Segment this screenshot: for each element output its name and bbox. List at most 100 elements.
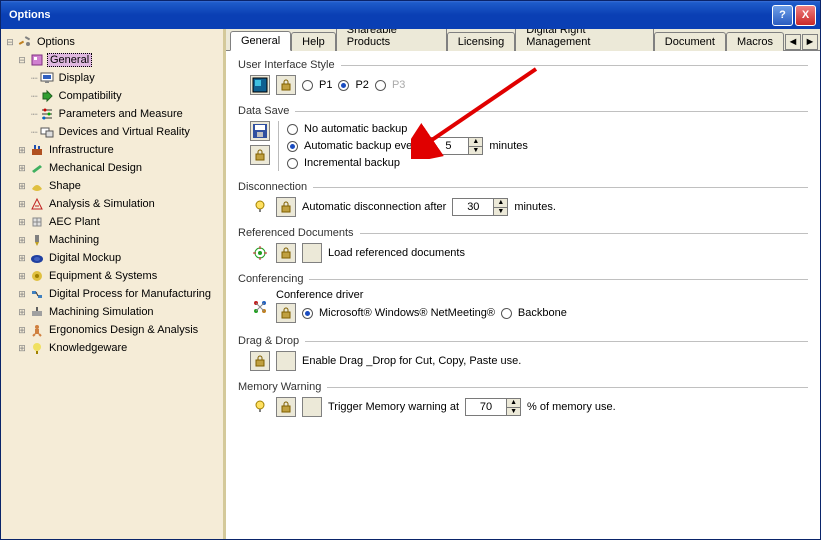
group-ui-style: User Interface Style P1 P2 P3 (238, 59, 808, 95)
tree-label: General (47, 53, 92, 67)
group-drag-drop: Drag & Drop Enable Drag _Drop for Cut, C… (238, 335, 808, 371)
tab-label: Licensing (458, 36, 504, 48)
mechanical-icon (29, 160, 45, 176)
radio-p3[interactable] (375, 80, 386, 91)
memory-warning-checkbox[interactable] (302, 397, 322, 417)
digital-process-icon (29, 286, 45, 302)
unit-label: minutes. (514, 201, 556, 213)
tab-drm[interactable]: Digital Right Management (515, 29, 654, 51)
tab-label: Shareable Products (347, 29, 397, 48)
radio-backbone[interactable] (501, 308, 512, 319)
backup-interval-spinner[interactable]: ▲▼ (427, 137, 483, 155)
tab-licensing[interactable]: Licensing (447, 32, 515, 51)
unit-label: % of memory use. (527, 401, 616, 413)
group-data-save: Data Save No automatic backup Automatic … (238, 105, 808, 171)
tree-item-display[interactable]: ┈ Display (3, 69, 221, 87)
spin-up-icon[interactable]: ▲ (469, 138, 482, 147)
spin-up-icon[interactable]: ▲ (507, 399, 520, 408)
tree-label: Machining Simulation (47, 306, 156, 318)
tab-bar: General Help Shareable Products Licensin… (226, 29, 820, 51)
memory-warning-spinner[interactable]: ▲▼ (465, 398, 521, 416)
tab-scroll-prev[interactable]: ◄ (785, 34, 801, 50)
tree-cat-mechanical[interactable]: ⊞Mechanical Design (3, 159, 221, 177)
group-title: Data Save (238, 105, 295, 117)
tree-label: Ergonomics Design & Analysis (47, 324, 200, 336)
load-referenced-checkbox[interactable] (302, 243, 322, 263)
tab-shareable[interactable]: Shareable Products (336, 29, 447, 51)
knowledgeware-icon (29, 340, 45, 356)
spin-down-icon[interactable]: ▼ (507, 408, 520, 416)
tree-cat-aec[interactable]: ⊞AEC Plant (3, 213, 221, 231)
titlebar-close-button[interactable]: X (795, 5, 816, 26)
param-lock-icon[interactable] (276, 75, 296, 95)
tab-label: Macros (737, 36, 773, 48)
param-lock-icon[interactable] (276, 397, 296, 417)
tree-item-compatibility[interactable]: ┈ Compatibility (3, 87, 221, 105)
radio-netmeeting[interactable] (302, 308, 313, 319)
tree-cat-digital-process[interactable]: ⊞Digital Process for Manufacturing (3, 285, 221, 303)
options-window: Options ? X ⊟ Options ⊟ General ┈ Displ (0, 0, 821, 540)
save-icon (250, 121, 270, 141)
spin-down-icon[interactable]: ▼ (494, 208, 507, 216)
tree-root-options[interactable]: ⊟ Options (3, 33, 221, 51)
tree-pane[interactable]: ⊟ Options ⊟ General ┈ Display ┈ Compatib… (1, 29, 226, 539)
tree-cat-analysis[interactable]: ⊞Analysis & Simulation (3, 195, 221, 213)
tab-general[interactable]: General (230, 31, 291, 51)
radio-label: Backbone (518, 307, 567, 319)
tree-item-devices-vr[interactable]: ┈ Devices and Virtual Reality (3, 123, 221, 141)
tab-label: Help (302, 36, 325, 48)
tree-item-general[interactable]: ⊟ General (3, 51, 221, 69)
equipment-icon (29, 268, 45, 284)
param-lock-icon[interactable] (276, 243, 296, 263)
field-label: Automatic disconnection after (302, 201, 446, 213)
spin-up-icon[interactable]: ▲ (494, 199, 507, 208)
backup-interval-input[interactable] (428, 138, 468, 154)
style-preview-icon (250, 75, 270, 95)
field-label: Load referenced documents (328, 247, 465, 259)
digital-mockup-icon (29, 250, 45, 266)
tab-document[interactable]: Document (654, 32, 726, 51)
infrastructure-icon (29, 142, 45, 158)
tree-cat-shape[interactable]: ⊞Shape (3, 177, 221, 195)
radio-p2[interactable] (338, 80, 349, 91)
param-lock-icon[interactable] (250, 145, 270, 165)
tree-cat-equipment[interactable]: ⊞Equipment & Systems (3, 267, 221, 285)
tree-label: Display (57, 72, 97, 84)
tree-cat-knowledgeware[interactable]: ⊞Knowledgeware (3, 339, 221, 357)
tree-item-parameters[interactable]: ┈ Parameters and Measure (3, 105, 221, 123)
group-title: User Interface Style (238, 59, 341, 71)
tree-cat-digital-mockup[interactable]: ⊞Digital Mockup (3, 249, 221, 267)
tree-label: Compatibility (57, 90, 124, 102)
parameters-icon (39, 106, 55, 122)
enable-drag-drop-checkbox[interactable] (276, 351, 296, 371)
radio-p1[interactable] (302, 80, 313, 91)
param-lock-icon[interactable] (276, 197, 296, 217)
tree-label: Machining (47, 234, 101, 246)
titlebar-help-button[interactable]: ? (772, 5, 793, 26)
window-title: Options (9, 9, 51, 21)
field-label: Enable Drag _Drop for Cut, Copy, Paste u… (302, 355, 521, 367)
radio-no-backup[interactable] (287, 124, 298, 135)
disconnect-spinner[interactable]: ▲▼ (452, 198, 508, 216)
radio-auto-backup[interactable] (287, 141, 298, 152)
tree-cat-infrastructure[interactable]: ⊞Infrastructure (3, 141, 221, 159)
chevron-right-icon: ► (805, 36, 816, 48)
radio-label: P3 (392, 79, 405, 91)
param-lock-icon[interactable] (250, 351, 270, 371)
radio-label: P2 (355, 79, 368, 91)
tab-help[interactable]: Help (291, 32, 336, 51)
tree-cat-machining-sim[interactable]: ⊞Machining Simulation (3, 303, 221, 321)
lightbulb-icon (250, 197, 270, 217)
spin-down-icon[interactable]: ▼ (469, 147, 482, 155)
tree-cat-machining[interactable]: ⊞Machining (3, 231, 221, 249)
memory-warning-input[interactable] (466, 399, 506, 415)
machining-sim-icon (29, 304, 45, 320)
param-lock-icon[interactable] (276, 303, 296, 323)
lightbulb-icon (250, 397, 270, 417)
tab-scroll-next[interactable]: ► (802, 34, 818, 50)
disconnect-input[interactable] (453, 199, 493, 215)
tree-cat-ergonomics[interactable]: ⊞Ergonomics Design & Analysis (3, 321, 221, 339)
radio-incremental-backup[interactable] (287, 158, 298, 169)
group-title: Disconnection (238, 181, 313, 193)
tab-macros[interactable]: Macros (726, 32, 784, 51)
